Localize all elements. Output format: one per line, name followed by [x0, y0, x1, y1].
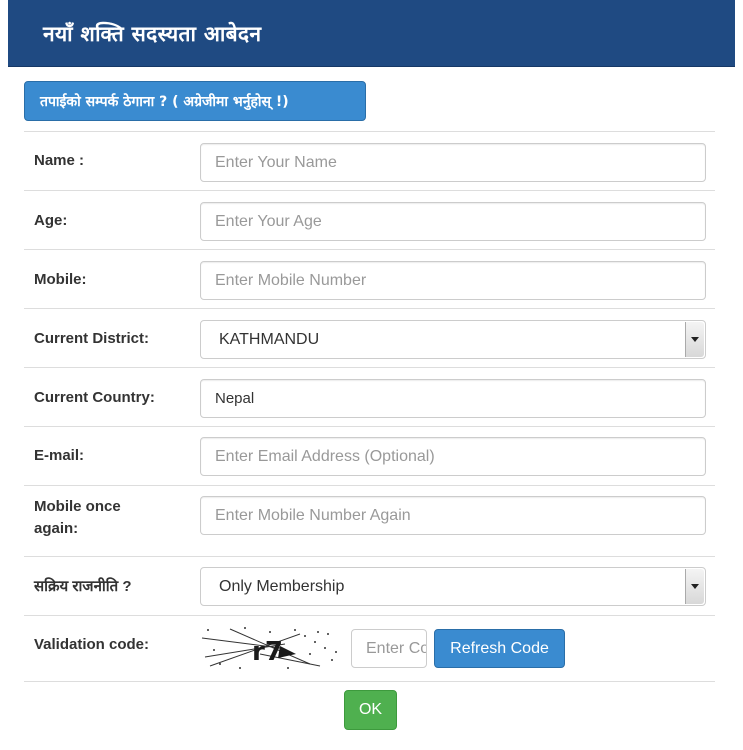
- mobile-again-label-line1: Mobile once: [34, 498, 121, 515]
- age-label: Age:: [34, 212, 68, 229]
- captcha-image: r7: [200, 624, 340, 670]
- politics-label: सक्रिय राजनीति ?: [34, 578, 132, 595]
- mobile-input[interactable]: Enter Mobile Number: [200, 261, 706, 300]
- divider: [24, 681, 715, 682]
- email-label: E-mail:: [34, 447, 85, 464]
- mobile-again-input[interactable]: Enter Mobile Number Again: [200, 496, 706, 535]
- mobile-label: Mobile:: [34, 271, 87, 288]
- age-input[interactable]: Enter Your Age: [200, 202, 706, 241]
- district-label: Current District:: [34, 330, 150, 347]
- contact-address-button[interactable]: तपाईको सम्पर्क ठेगाना ? ( अग्रेजीमा भर्न…: [24, 81, 366, 121]
- name-input[interactable]: Enter Your Name: [200, 143, 706, 182]
- country-label: Current Country:: [34, 389, 155, 406]
- name-row: Name : Enter Your Name: [24, 131, 715, 190]
- captcha-input[interactable]: Enter Code: [351, 629, 427, 668]
- district-selected-value: KATHMANDU: [219, 330, 320, 348]
- form-header: नयाँ शक्ति सदस्यता आबेदन: [8, 0, 735, 67]
- district-row: Current District: KATHMANDU: [24, 308, 715, 367]
- email-input[interactable]: Enter Email Address (Optional): [200, 437, 706, 476]
- district-select[interactable]: KATHMANDU: [200, 320, 706, 359]
- refresh-code-button[interactable]: Refresh Code: [434, 629, 565, 668]
- chevron-down-icon[interactable]: [685, 322, 704, 357]
- captcha-text: r7: [252, 637, 283, 667]
- chevron-down-icon[interactable]: [685, 569, 704, 604]
- page-title: नयाँ शक्ति सदस्यता आबेदन: [43, 22, 262, 46]
- name-label: Name :: [34, 152, 85, 169]
- mobile-again-label: Mobile once again:: [34, 496, 121, 540]
- politics-select[interactable]: Only Membership: [200, 567, 706, 606]
- mobile-again-row: Mobile once again: Enter Mobile Number A…: [24, 485, 715, 556]
- politics-selected-value: Only Membership: [219, 577, 345, 595]
- age-row: Age: Enter Your Age: [24, 190, 715, 249]
- country-input[interactable]: Nepal: [200, 379, 706, 418]
- validation-row: Validation code: r7 Enter Code Refresh C…: [24, 615, 715, 681]
- country-row: Current Country: Nepal: [24, 367, 715, 426]
- validation-label: Validation code:: [34, 636, 150, 653]
- email-row: E-mail: Enter Email Address (Optional): [24, 426, 715, 485]
- ok-button[interactable]: OK: [344, 690, 397, 730]
- mobile-row: Mobile: Enter Mobile Number: [24, 249, 715, 308]
- politics-row: सक्रिय राजनीति ? Only Membership: [24, 556, 715, 615]
- mobile-again-label-line2: again:: [34, 520, 79, 537]
